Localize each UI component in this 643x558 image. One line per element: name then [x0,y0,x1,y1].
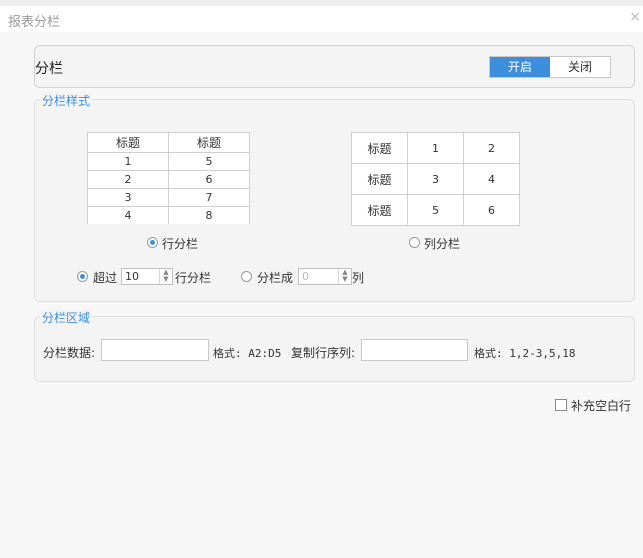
preview-cell: 3 [407,163,464,195]
preview-cell: 标题 [168,132,250,153]
exceed-label: 超过 [93,271,118,285]
row-column-preview-table: 标题 标题 15 26 37 48 [87,132,250,224]
preview-cell: 标题 [351,132,408,164]
preview-cell: 标题 [351,163,408,195]
exceed-rows-stepper[interactable]: 10 ▲ ▼ [121,268,173,285]
column-toggle[interactable]: 开启 关闭 [489,56,611,78]
split-columns-value: 0 [302,270,309,283]
preview-cell: 2 [87,170,169,189]
fill-blank-label: 补充空白行 [571,399,632,413]
dialog-title: 报表分栏 [8,15,61,30]
preview-cell: 3 [87,188,169,207]
column-data-input[interactable] [101,339,209,361]
col-column-preview-table: 标题 1 2 标题 3 4 标题 5 6 [351,132,520,226]
exceed-radio[interactable] [77,271,88,282]
preview-cell: 1 [87,152,169,171]
column-area-legend: 分栏区域 [40,309,93,326]
preview-cell: 6 [463,194,520,226]
preview-cell: 4 [463,163,520,195]
preview-cell: 6 [168,170,250,189]
column-data-format: 格式: A2:D5 [213,347,282,360]
split-suffix: 列 [352,271,365,285]
preview-cell: 4 [87,206,169,224]
split-label: 分栏成 [257,271,294,285]
preview-cell: 标题 [351,194,408,226]
close-icon[interactable]: × [629,9,641,25]
column-style-legend: 分栏样式 [40,92,93,109]
col-column-label: 列分栏 [424,237,461,251]
spinner-arrows-icon[interactable]: ▲ ▼ [159,269,172,284]
column-data-label: 分栏数据: [43,346,96,360]
repeat-rows-label: 复制行序列: [291,346,356,360]
exceed-rows-value: 10 [125,270,139,283]
col-column-radio[interactable] [409,237,420,248]
split-columns-stepper[interactable]: 0 ▲ ▼ [298,268,352,285]
column-label: 分栏 [35,61,63,77]
column-toggle-panel: 分栏 开启 关闭 [34,45,635,88]
row-column-radio[interactable] [147,237,158,248]
preview-cell: 8 [168,206,250,224]
spinner-arrows-icon[interactable]: ▲ ▼ [338,269,351,284]
preview-cell: 7 [168,188,250,207]
row-column-label: 行分栏 [162,237,199,251]
title-bar: 报表分栏 × [0,6,643,32]
column-style-panel: 分栏样式 标题 标题 15 26 37 48 标题 1 2 标题 3 4 标题 5 6 行分栏… [34,92,635,302]
split-radio[interactable] [241,271,252,282]
repeat-rows-input[interactable] [361,339,468,361]
preview-cell: 5 [407,194,464,226]
fill-blank-checkbox[interactable] [555,399,567,411]
preview-cell: 1 [407,132,464,164]
preview-cell: 标题 [87,132,169,153]
exceed-suffix: 行分栏 [175,271,212,285]
toggle-on-button[interactable]: 开启 [490,57,550,77]
column-area-panel: 分栏区域 分栏数据: 格式: A2:D5 复制行序列: 格式: 1,2-3,5,… [34,309,635,382]
toggle-off-button[interactable]: 关闭 [550,57,610,77]
repeat-rows-format: 格式: 1,2-3,5,18 [474,347,576,360]
report-column-dialog: 报表分栏 × 分栏 开启 关闭 分栏样式 标题 标题 15 26 37 48 标题… [0,6,643,558]
preview-cell: 5 [168,152,250,171]
preview-cell: 2 [463,132,520,164]
